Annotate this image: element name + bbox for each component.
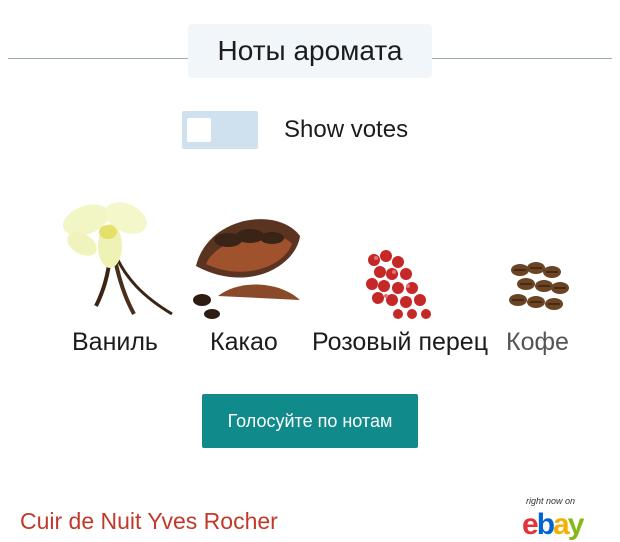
ebay-ad-badge[interactable]: right now on ebay (514, 496, 620, 541)
vote-notes-button[interactable]: Голосуйте по нотам (202, 394, 418, 448)
product-link[interactable]: Cuir de Nuit Yves Rocher (20, 508, 278, 535)
section-title: Ноты аромата (188, 24, 432, 78)
note-vanilla[interactable]: Ваниль (52, 196, 182, 366)
note-coffee[interactable]: Кофе (506, 196, 596, 366)
show-votes-label: Show votes (284, 116, 409, 143)
ebay-logo: ebay (522, 508, 584, 541)
pink-pepper-image (366, 250, 431, 319)
show-votes-toggle[interactable] (182, 111, 258, 149)
toggle-knob (187, 118, 211, 142)
coffee-beans-image (509, 262, 569, 310)
show-votes-row: Show votes (182, 110, 408, 150)
note-pink-pepper[interactable]: Розовый перец (312, 196, 498, 366)
cocoa-pod-image (193, 219, 300, 319)
ad-tagline: right now on (526, 496, 576, 506)
note-label: Какао (210, 328, 278, 356)
note-label: Кофе (506, 328, 569, 356)
note-label: Ваниль (72, 328, 158, 356)
note-cocoa[interactable]: Какао (188, 196, 304, 366)
note-label: Розовый перец (312, 328, 489, 356)
vanilla-flower-image (62, 202, 173, 316)
notes-list: Ваниль Какао Розовый перец Кофе (0, 196, 620, 366)
